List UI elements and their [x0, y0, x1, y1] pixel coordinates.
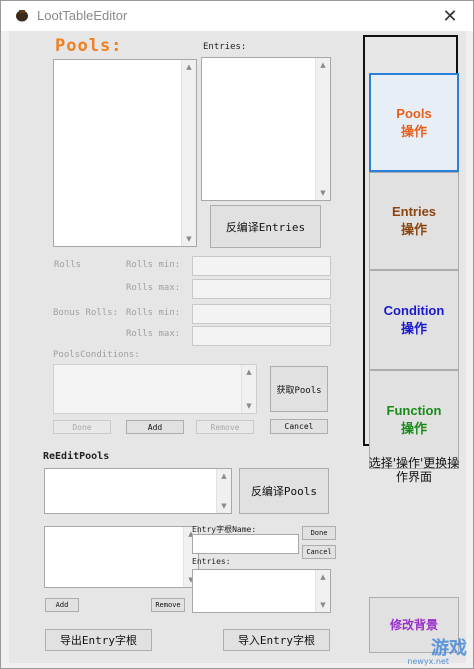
title-bar: LootTableEditor ✕ [1, 1, 473, 31]
pools-cancel-button[interactable]: Cancel [270, 419, 328, 434]
rolls-max-input[interactable] [192, 279, 331, 299]
entry-root-listbox[interactable]: ▲ ▼ [44, 526, 199, 588]
scroll-up-icon[interactable]: ▲ [316, 58, 330, 72]
bonus-rolls-max-input[interactable] [192, 326, 331, 346]
site-watermark-url: newyx.net [407, 657, 449, 666]
scroll-down-icon[interactable]: ▼ [316, 186, 330, 200]
scroll-down-icon[interactable]: ▼ [242, 399, 256, 413]
export-entry-button[interactable]: 导出Entry字根 [45, 629, 152, 651]
scroll-down-icon[interactable]: ▼ [316, 598, 330, 612]
bonus-rolls-label: Bonus Rolls: [53, 308, 119, 318]
scroll-down-icon[interactable]: ▼ [182, 232, 196, 246]
get-pools-button[interactable]: 获取Pools [270, 366, 328, 412]
entry-remove-button[interactable]: Remove [151, 598, 185, 612]
entries-mode-sublabel: 操作 [400, 222, 427, 237]
close-icon: ✕ [442, 5, 458, 27]
import-entry-button[interactable]: 导入Entry字根 [223, 629, 330, 651]
entry-add-button[interactable]: Add [45, 598, 79, 612]
close-button[interactable]: ✕ [427, 1, 473, 31]
rolls-max-label: Rolls max: [126, 283, 181, 293]
pools-conditions-textbox[interactable]: ▲ ▼ [53, 364, 257, 414]
rolls-min-label: Rolls min: [126, 260, 181, 270]
entries-listbox[interactable]: ▲ ▼ [201, 57, 331, 201]
pools-title: Pools: [55, 36, 123, 56]
rolls-min-input[interactable] [192, 256, 331, 276]
function-mode-sublabel: 操作 [400, 420, 427, 436]
rolls-label: Rolls [54, 260, 82, 270]
entry-done-button[interactable]: Done [302, 526, 336, 540]
pools-mode-sublabel: 操作 [400, 123, 427, 139]
entries-mode-label: Entries [391, 204, 437, 219]
pools-scrollbar[interactable]: ▲ ▼ [181, 60, 196, 246]
entry-entries-label: Entries: [192, 557, 231, 566]
condition-mode-sublabel: 操作 [400, 321, 427, 336]
scroll-down-icon[interactable]: ▼ [217, 499, 231, 513]
decompile-entries-button[interactable]: 反编译Entries [210, 205, 321, 248]
pools-add-button[interactable]: Add [126, 420, 184, 434]
condition-mode-label: Condition [383, 303, 445, 318]
scroll-up-icon[interactable]: ▲ [242, 365, 256, 379]
app-icon [16, 10, 28, 22]
entry-cancel-button[interactable]: Cancel [302, 545, 336, 559]
reedit-scrollbar[interactable]: ▲ ▼ [216, 469, 231, 513]
entries-mode-button[interactable]: Entries 操作 [369, 172, 459, 270]
scroll-up-icon[interactable]: ▲ [217, 469, 231, 483]
bonus-rolls-min-input[interactable] [192, 304, 331, 324]
bonus-rolls-min-label: Rolls min: [126, 308, 181, 318]
entry-entries-textbox[interactable]: ▲ ▼ [192, 569, 331, 613]
pools-mode-button[interactable]: Pools 操作 [369, 73, 459, 172]
entry-name-input[interactable] [192, 534, 299, 554]
scroll-up-icon[interactable]: ▲ [316, 570, 330, 584]
entry-entries-scrollbar[interactable]: ▲ ▼ [315, 570, 330, 612]
entries-scrollbar[interactable]: ▲ ▼ [315, 58, 330, 200]
pools-listbox[interactable]: ▲ ▼ [53, 59, 197, 247]
pools-conditions-label: PoolsConditions: [53, 350, 140, 360]
entries-label: Entries: [203, 42, 247, 52]
function-mode-button[interactable]: Function 操作 [369, 370, 459, 469]
pools-mode-label: Pools [396, 105, 432, 121]
function-mode-label: Function [386, 402, 442, 418]
window-title: LootTableEditor [37, 8, 128, 23]
pools-done-button[interactable]: Done [53, 420, 111, 434]
scroll-up-icon[interactable]: ▲ [182, 60, 196, 74]
conditions-scrollbar[interactable]: ▲ ▼ [241, 365, 256, 413]
decompile-pools-button[interactable]: 反编译Pools [239, 468, 329, 514]
mode-hint: 选择'操作'更换操作界面 [368, 456, 460, 484]
reedit-pools-textbox[interactable]: ▲ ▼ [44, 468, 232, 514]
app-window: LootTableEditor ✕ Pools: ▲ ▼ Entries: ▲ … [0, 0, 474, 669]
reedit-pools-title: ReEditPools [43, 451, 110, 462]
pools-remove-button[interactable]: Remove [196, 420, 254, 434]
condition-mode-button[interactable]: Condition 操作 [369, 270, 459, 370]
bonus-rolls-max-label: Rolls max: [126, 329, 181, 339]
